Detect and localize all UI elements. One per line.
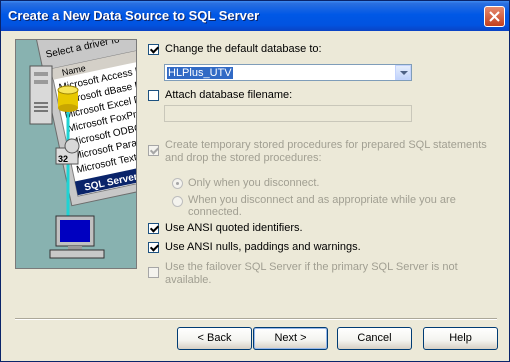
close-icon (489, 11, 500, 22)
ansi-nulls-label: Use ANSI nulls, paddings and warnings. (165, 241, 361, 253)
chevron-down-icon[interactable] (395, 65, 411, 80)
create-temp-procs-checkbox (148, 145, 159, 156)
change-default-db-label: Change the default database to: (165, 43, 322, 55)
ansi-nulls-checkbox[interactable] (148, 242, 159, 253)
database-select-value: HLPlus_UTV (167, 67, 233, 79)
attach-db-label: Attach database filename: (165, 89, 293, 101)
window-title: Create a New Data Source to SQL Server (8, 8, 260, 23)
database-icon (57, 85, 79, 112)
change-default-db-checkbox[interactable] (148, 44, 159, 55)
ansi-quoted-label: Use ANSI quoted identifiers. (165, 222, 303, 234)
server-icon (29, 65, 53, 125)
dialog-window: Create a New Data Source to SQL Server S… (0, 0, 510, 362)
failover-label-line2: available. (165, 274, 212, 286)
wizard-illustration: Select a driver fo Name Microsoft Access… (15, 39, 137, 269)
radio-when-appropriate-label-line2: connected. (188, 206, 242, 218)
radio-only-when-disconnect-label: Only when you disconnect. (188, 177, 320, 189)
ansi-quoted-checkbox[interactable] (148, 223, 159, 234)
radio-when-appropriate (172, 196, 183, 207)
radio-only-when-disconnect (172, 178, 183, 189)
title-bar[interactable]: Create a New Data Source to SQL Server (1, 1, 509, 31)
create-temp-procs-label-line2: and drop the stored procedures: (165, 152, 322, 164)
cancel-button[interactable]: Cancel (337, 327, 412, 350)
database-select[interactable]: HLPlus_UTV (164, 64, 412, 81)
create-temp-procs-label-line1: Create temporary stored procedures for p… (165, 139, 487, 151)
help-button[interactable]: Help (423, 327, 498, 350)
button-separator (15, 318, 497, 320)
close-button[interactable] (484, 6, 505, 27)
failover-checkbox (148, 267, 159, 278)
back-button[interactable]: < Back (177, 327, 252, 350)
attach-db-checkbox[interactable] (148, 90, 159, 101)
failover-label-line1: Use the failover SQL Server if the prima… (165, 261, 458, 273)
attach-db-filename-input (164, 105, 412, 122)
illus-badge: 32 (58, 154, 68, 164)
next-button[interactable]: Next > (253, 327, 328, 350)
